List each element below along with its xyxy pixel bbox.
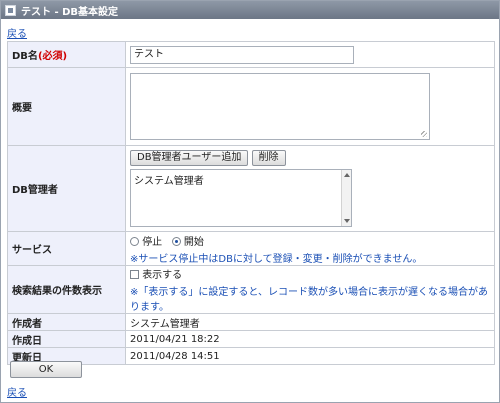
show-count-note: ※「表示する」に設定すると、レコード数が多い場合に表示が遅くなる場合があります。 bbox=[130, 287, 488, 313]
description-cell bbox=[125, 67, 495, 146]
dialog-window: テスト - DB基本設定 戻る DB名(必須) テスト 概要 DB管理者 DB管 bbox=[0, 0, 500, 403]
row-service: サービス 停止 開始 ※サービス停止中はDBに対して登録・変更・削除ができません… bbox=[7, 231, 495, 266]
service-start-radio[interactable] bbox=[171, 236, 181, 246]
service-stop-label[interactable]: 停止 bbox=[142, 237, 162, 248]
description-label: 概要 bbox=[7, 67, 126, 146]
back-link-top[interactable]: 戻る bbox=[7, 25, 27, 40]
created-value: 2011/04/21 18:22 bbox=[125, 330, 495, 348]
row-created: 作成日 2011/04/21 18:22 bbox=[7, 330, 495, 348]
required-mark: (必須) bbox=[37, 51, 68, 62]
created-label: 作成日 bbox=[7, 330, 126, 348]
admins-cell: DB管理者ユーザー追加 削除 システム管理者 bbox=[125, 145, 495, 232]
row-creator: 作成者 システム管理者 bbox=[7, 313, 495, 331]
service-note: ※サービス停止中はDBに対して登録・変更・削除ができません。 bbox=[130, 253, 423, 265]
title-bar: テスト - DB基本設定 bbox=[1, 1, 499, 19]
window-title: テスト - DB基本設定 bbox=[21, 6, 119, 18]
description-textarea[interactable] bbox=[130, 73, 430, 140]
add-admin-button[interactable]: DB管理者ユーザー追加 bbox=[130, 150, 249, 166]
app-window-icon bbox=[5, 4, 16, 16]
updated-value: 2011/04/28 14:51 bbox=[125, 347, 495, 365]
row-admins: DB管理者 DB管理者ユーザー追加 削除 システム管理者 bbox=[7, 145, 495, 232]
row-description: 概要 bbox=[7, 67, 495, 146]
db-name-label-text: DB名 bbox=[12, 51, 38, 62]
creator-label: 作成者 bbox=[7, 313, 126, 331]
row-show-count: 検索結果の件数表示 表示する ※「表示する」に設定すると、レコード数が多い場合に… bbox=[7, 265, 495, 314]
resize-grip-icon[interactable] bbox=[421, 131, 427, 137]
service-stop-radio[interactable] bbox=[130, 236, 139, 246]
service-options: 停止 開始 bbox=[130, 233, 494, 248]
show-count-label: 検索結果の件数表示 bbox=[7, 265, 126, 314]
service-start-label[interactable]: 開始 bbox=[184, 237, 204, 248]
service-cell: 停止 開始 ※サービス停止中はDBに対して登録・変更・削除ができません。 bbox=[125, 231, 495, 266]
delete-admin-button[interactable]: 削除 bbox=[251, 150, 286, 166]
admins-label: DB管理者 bbox=[7, 145, 126, 232]
admin-list-item[interactable]: システム管理者 bbox=[134, 172, 348, 187]
back-link-bottom[interactable]: 戻る bbox=[7, 384, 27, 399]
db-name-input[interactable]: テスト bbox=[130, 45, 354, 64]
show-count-cell: 表示する ※「表示する」に設定すると、レコード数が多い場合に表示が遅くなる場合が… bbox=[125, 265, 495, 314]
admin-list-scrollbar[interactable] bbox=[341, 170, 351, 226]
scroll-up-icon[interactable] bbox=[343, 171, 351, 179]
db-name-label: DB名(必須) bbox=[7, 41, 126, 68]
creator-value: システム管理者 bbox=[125, 313, 495, 331]
settings-form: DB名(必須) テスト 概要 DB管理者 DB管理者ユーザー追加 削除 システム… bbox=[7, 41, 495, 365]
db-name-cell: テスト bbox=[125, 41, 495, 68]
ok-button[interactable]: OK bbox=[10, 361, 82, 378]
row-db-name: DB名(必須) テスト bbox=[7, 41, 495, 68]
show-count-checkbox[interactable] bbox=[130, 270, 139, 279]
show-count-checkbox-label[interactable]: 表示する bbox=[142, 270, 182, 281]
show-count-option: 表示する bbox=[130, 266, 494, 281]
scroll-down-icon[interactable] bbox=[343, 217, 351, 225]
admin-listbox[interactable]: システム管理者 bbox=[130, 169, 352, 227]
service-label: サービス bbox=[7, 231, 126, 266]
